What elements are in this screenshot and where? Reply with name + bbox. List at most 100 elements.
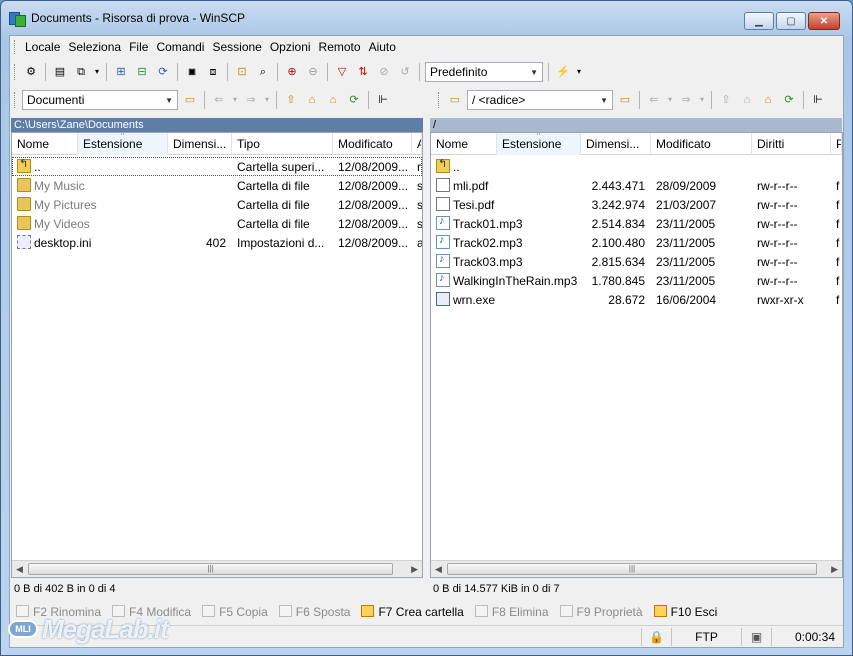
putty-icon[interactable]: ⧈ (204, 63, 222, 81)
right-file-panel[interactable]: Nome ^ Estensione Dimensi... Modificato D… (430, 132, 843, 578)
filter-icon[interactable]: ▽ (333, 63, 351, 81)
dropdown-arrow-icon[interactable]: ▾ (231, 91, 239, 109)
home-directory-icon[interactable]: ⌂ (759, 91, 777, 109)
column-rights[interactable]: Diritti (752, 133, 831, 155)
scroll-right-icon[interactable]: ▶ (831, 564, 838, 575)
console-icon[interactable]: ▤ (51, 63, 69, 81)
table-row[interactable]: My Pictures Cartella di file 12/08/2009...… (12, 195, 422, 214)
select-files-icon[interactable]: ⊕ (283, 63, 301, 81)
title-bar[interactable]: Documents - Risorsa di prova - WinSCP ▁ … (1, 1, 852, 35)
table-row[interactable]: .. (431, 157, 842, 176)
find-files-icon[interactable]: ⌕ (254, 63, 272, 81)
close-button[interactable]: ✕ (808, 12, 840, 30)
fkey-button[interactable]: F6 Sposta (278, 605, 350, 619)
column-size[interactable]: Dimensi... (168, 133, 232, 155)
table-row[interactable]: wrn.exe 28.672 16/06/2004 rwxr-xr-x f (431, 290, 842, 309)
scroll-right-icon[interactable]: ▶ (411, 564, 418, 575)
column-type[interactable]: Tipo (232, 133, 333, 155)
table-row[interactable]: My Videos Cartella di file 12/08/2009... s (12, 214, 422, 233)
menu-sessione[interactable]: Sessione (208, 40, 265, 54)
unselect-files-icon[interactable]: ⊖ (304, 63, 322, 81)
table-row[interactable]: Tesi.pdf 3.242.974 21/03/2007 rw-r--r-- f (431, 195, 842, 214)
refresh-icon[interactable]: ⟳ (780, 91, 798, 109)
column-modified[interactable]: Modificato (333, 133, 412, 155)
fkey-button[interactable]: F5 Copia (202, 605, 268, 619)
synchronize-icon[interactable]: ⧉ (72, 63, 90, 81)
preferences-gear-icon[interactable]: ⚙ (22, 63, 40, 81)
scroll-left-icon[interactable]: ◀ (435, 564, 442, 575)
open-folder-icon[interactable]: ▭ (616, 91, 634, 109)
minimize-button[interactable]: ▁ (744, 12, 774, 30)
right-horizontal-scrollbar[interactable]: ◀ ||| ▶ (431, 560, 842, 577)
maximize-button[interactable]: ▢ (776, 12, 806, 30)
menu-file[interactable]: File (125, 40, 152, 54)
terminal-icon[interactable]: ▣ (183, 63, 201, 81)
menu-remoto[interactable]: Remoto (315, 40, 365, 54)
refresh-icon[interactable]: ⟳ (345, 91, 363, 109)
fkey-button[interactable]: F7 Crea cartella (361, 605, 464, 619)
right-location-select[interactable]: / <radice> ▼ (467, 90, 613, 110)
tree-view-icon[interactable]: ⊩ (809, 91, 827, 109)
column-attributes[interactable]: A (412, 133, 422, 155)
toolbar-grip[interactable] (14, 92, 17, 108)
back-arrow-icon[interactable]: ⇐ (645, 91, 663, 109)
left-horizontal-scrollbar[interactable]: ◀ ||| ▶ (12, 560, 422, 577)
invert-selection-icon[interactable]: ⇅ (354, 63, 372, 81)
session-lightning-icon[interactable]: ⚡ (554, 63, 572, 81)
queue-icon[interactable]: ⊡ (233, 63, 251, 81)
parent-directory-icon[interactable]: ⇧ (717, 91, 735, 109)
table-row[interactable]: Track03.mp3 2.815.634 23/11/2005 rw-r--r-- f (431, 252, 842, 271)
back-arrow-icon[interactable]: ⇐ (210, 91, 228, 109)
left-location-select[interactable]: Documenti ▼ (22, 90, 178, 110)
compare-directories-icon[interactable]: ⊞ (112, 63, 130, 81)
dropdown-arrow-icon[interactable]: ▾ (666, 91, 674, 109)
column-extension[interactable]: ^ Estensione (497, 133, 581, 155)
fkey-button[interactable]: F10 Esci (653, 605, 717, 619)
menu-aiuto[interactable]: Aiuto (365, 40, 400, 54)
fkey-button[interactable]: F9 Proprietà (559, 605, 643, 619)
forward-arrow-icon[interactable]: ⇒ (677, 91, 695, 109)
scroll-left-icon[interactable]: ◀ (16, 564, 23, 575)
table-row[interactable]: .. Cartella superi... 12/08/2009... r (12, 157, 422, 176)
menu-opzioni[interactable]: Opzioni (266, 40, 315, 54)
column-extension[interactable]: ^ Estensione (78, 133, 168, 155)
menu-seleziona[interactable]: Seleziona (64, 40, 125, 54)
table-row[interactable]: mli.pdf 2.443.471 28/09/2009 rw-r--r-- f (431, 176, 842, 195)
forward-arrow-icon[interactable]: ⇒ (242, 91, 260, 109)
table-row[interactable]: WalkingInTheRain.mp3 1.780.845 23/11/2005 r… (431, 271, 842, 290)
column-name[interactable]: Nome (12, 133, 78, 155)
open-folder-icon[interactable]: ▭ (181, 91, 199, 109)
fkey-button[interactable]: F8 Elimina (474, 605, 549, 619)
table-row[interactable]: desktop.ini 402 Impostazioni d... 12/08/200… (12, 233, 422, 252)
toolbar-grip[interactable] (14, 64, 17, 80)
table-row[interactable]: Track02.mp3 2.100.480 23/11/2005 rw-r--r-- f (431, 233, 842, 252)
clear-selection-icon[interactable]: ⊘ (375, 63, 393, 81)
refresh-icon[interactable]: ⟳ (154, 63, 172, 81)
transfer-settings-select[interactable]: Predefinito ▼ (425, 62, 543, 82)
scrollbar-thumb[interactable]: ||| (447, 563, 817, 575)
column-owner[interactable]: P (831, 133, 842, 155)
column-size[interactable]: Dimensi... (581, 133, 651, 155)
column-modified[interactable]: Modificato (651, 133, 752, 155)
toolbar-grip[interactable] (14, 40, 17, 54)
keep-up-to-date-icon[interactable]: ⊟ (133, 63, 151, 81)
protocol-indicator: FTP (671, 627, 741, 646)
home-directory-icon[interactable]: ⌂ (324, 91, 342, 109)
tree-view-icon[interactable]: ⊩ (374, 91, 392, 109)
root-directory-icon[interactable]: ⌂ (738, 91, 756, 109)
table-row[interactable]: Track01.mp3 2.514.834 23/11/2005 rw-r--r-- f (431, 214, 842, 233)
menu-comandi[interactable]: Comandi (152, 40, 208, 54)
menu-locale[interactable]: Locale (21, 40, 64, 54)
parent-directory-icon[interactable]: ⇧ (282, 91, 300, 109)
toolbar-grip[interactable] (438, 92, 441, 108)
scrollbar-thumb[interactable]: ||| (28, 563, 393, 575)
root-directory-icon[interactable]: ⌂ (303, 91, 321, 109)
dropdown-arrow-icon[interactable]: ▾ (263, 91, 271, 109)
column-name[interactable]: Nome (431, 133, 497, 155)
dropdown-arrow-icon[interactable]: ▾ (575, 63, 583, 81)
dropdown-arrow-icon[interactable]: ▾ (93, 63, 101, 81)
dropdown-arrow-icon[interactable]: ▾ (698, 91, 706, 109)
restore-selection-icon[interactable]: ↺ (396, 63, 414, 81)
left-file-panel[interactable]: Nome ^ Estensione Dimensi... Tipo Modific… (11, 132, 423, 578)
table-row[interactable]: My Music Cartella di file 12/08/2009... s (12, 176, 422, 195)
